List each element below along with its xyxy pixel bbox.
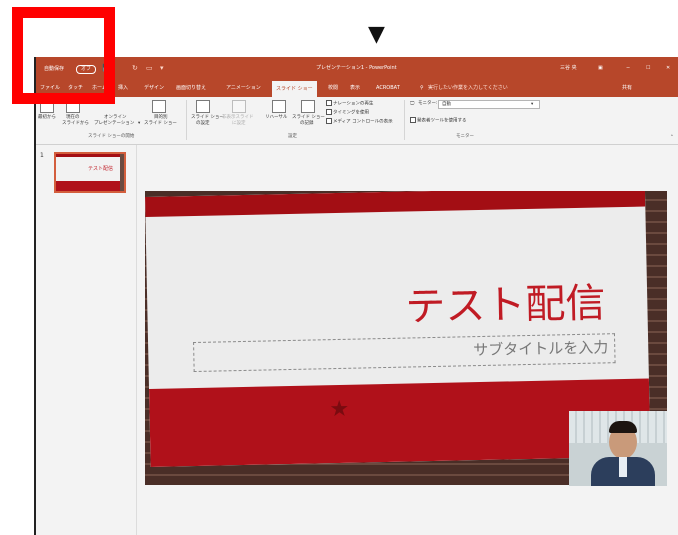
tab-review[interactable]: 校閲: [328, 86, 338, 91]
presenter-view-checkbox[interactable]: 発表者ツールを使用する: [410, 117, 467, 124]
thumb-top-band: [56, 154, 124, 157]
tell-me-search[interactable]: 実行したい作業を入力してください: [428, 86, 508, 91]
custom-slideshow-icon[interactable]: [152, 100, 166, 113]
monitor-dropdown[interactable]: 自動 ▾: [438, 100, 540, 109]
setup-group-label: 設定: [288, 134, 297, 139]
tab-view[interactable]: 表示: [350, 86, 360, 91]
setup-slideshow-icon[interactable]: [196, 100, 210, 113]
tab-insert[interactable]: 挿入: [118, 86, 128, 91]
start-group-label: スライド ショーの開始: [88, 134, 135, 139]
highlight-box: [12, 7, 115, 104]
monitors-group-label: モニター: [456, 134, 474, 139]
slide-thumbnail[interactable]: テスト配信: [54, 152, 126, 193]
maximize-icon[interactable]: ☐: [646, 66, 650, 71]
monitor-label: モニター:: [418, 101, 438, 106]
rehearse-label[interactable]: リハーサル: [265, 115, 287, 120]
thumb-title: テスト配信: [88, 166, 114, 172]
from-beginning-label[interactable]: 最初から: [38, 115, 56, 120]
tab-slideshow[interactable]: スライド ショー: [272, 81, 317, 97]
down-arrow-marker: ▼: [368, 22, 385, 47]
close-icon[interactable]: ✕: [666, 66, 670, 71]
slide-title[interactable]: テスト配信: [405, 280, 606, 330]
title-bar: 自動保存 オフ 💾 ↻ ▭ ▾ プレゼンテーション1 - PowerPoint …: [36, 57, 678, 81]
collapse-ribbon-icon[interactable]: ⌃: [670, 135, 674, 140]
hide-label-1[interactable]: 非表示スライド: [222, 115, 254, 120]
redo-icon[interactable]: ↻: [132, 65, 138, 72]
rehearse-timings-icon[interactable]: [272, 100, 286, 113]
subtitle-placeholder[interactable]: サブタイトルを入力: [193, 333, 616, 373]
ribbon: 最初から 現在の スライドから オンライン プレゼンテーション ▾ 目的別 スラ…: [36, 97, 678, 145]
tab-design[interactable]: デザイン: [144, 86, 164, 91]
minimize-icon[interactable]: −: [626, 66, 630, 71]
tab-transitions[interactable]: 画面切り替え: [176, 86, 206, 91]
slide-thumbnail-pane: 1 テスト配信: [36, 145, 137, 535]
ribbon-tabs: ファイル タッチ ホーム 挿入 デザイン 画面切り替え アニメーション スライド…: [36, 81, 678, 97]
top-red-band: [145, 191, 646, 217]
media-checkbox[interactable]: メディア コントロールの表示: [326, 118, 393, 125]
powerpoint-window: 自動保存 オフ 💾 ↻ ▭ ▾ プレゼンテーション1 - PowerPoint …: [34, 57, 678, 535]
separator: [404, 100, 405, 140]
setup-label-1[interactable]: スライド ショー: [191, 115, 224, 120]
lightbulb-icon: ⚲: [420, 85, 424, 91]
share-button[interactable]: 共有: [622, 86, 632, 91]
slide-number: 1: [40, 152, 44, 159]
document-title: プレゼンテーション1 - PowerPoint: [316, 65, 397, 71]
custom-label-1[interactable]: 目的別: [154, 115, 168, 120]
record-label-1[interactable]: スライド ショー: [292, 115, 325, 120]
ribbon-display-icon[interactable]: ▣: [598, 66, 603, 71]
monitor-value: 自動: [442, 102, 451, 107]
tab-animations[interactable]: アニメーション: [226, 86, 261, 91]
tab-acrobat[interactable]: ACROBAT: [376, 86, 400, 91]
online-label-1[interactable]: オンライン: [104, 115, 127, 120]
hide-slide-icon[interactable]: [232, 100, 246, 113]
thumb-bottom-band: [56, 181, 124, 191]
hide-label-2[interactable]: に設定: [232, 121, 246, 126]
presenter-hair: [609, 421, 637, 433]
star-icon: ★: [329, 396, 350, 423]
record-slideshow-icon[interactable]: [301, 100, 315, 113]
timing-checkbox[interactable]: タイミングを使用: [326, 109, 369, 116]
subtitle-text: サブタイトルを入力: [473, 338, 609, 360]
online-label-2[interactable]: プレゼンテーション: [94, 121, 134, 126]
monitor-icon: 🖵: [410, 101, 415, 106]
presenter-webcam-video: [569, 411, 667, 486]
customize-toolbar-icon[interactable]: ▾: [160, 65, 164, 72]
thumb-brick-edge: [120, 154, 124, 191]
from-current-label-2[interactable]: スライドから: [62, 121, 89, 126]
separator: [186, 100, 187, 140]
from-current-label-1[interactable]: 現在の: [66, 115, 80, 120]
setup-label-2[interactable]: の設定: [196, 121, 210, 126]
chevron-down-icon: ▾: [531, 102, 534, 107]
narration-checkbox[interactable]: ナレーションの再生: [326, 100, 373, 107]
user-name[interactable]: 三谷 央: [560, 66, 577, 71]
record-label-2[interactable]: の記録: [300, 121, 314, 126]
custom-label-2[interactable]: スライド ショー: [144, 121, 177, 126]
presenter-shirt: [619, 457, 627, 477]
start-slideshow-icon[interactable]: ▭: [146, 65, 153, 72]
